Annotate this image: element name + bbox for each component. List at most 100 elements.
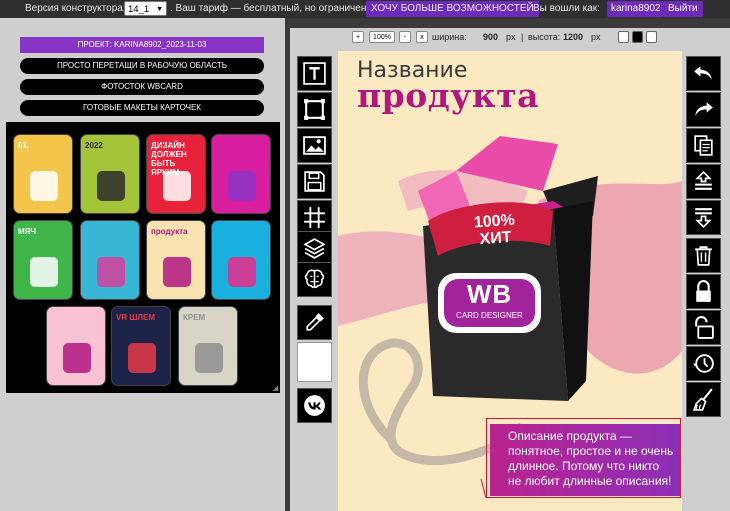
swatch-black[interactable] (632, 31, 643, 43)
width-value[interactable]: 900 (483, 31, 498, 43)
lock-button[interactable] (686, 274, 721, 309)
template-thumbnail[interactable]: VR ШЛЕМ (111, 306, 171, 386)
left-panel: ПРОЕКТ: KARINA8902_2023-11-03 ПРОСТО ПЕР… (0, 18, 285, 511)
grid-button[interactable] (297, 200, 332, 235)
text-tool-icon (303, 62, 326, 85)
image-tool-button[interactable] (297, 128, 332, 163)
logout-button[interactable]: Выйти (663, 1, 703, 17)
thumbnail-product (30, 171, 58, 201)
version-label: Версия конструктора: (25, 3, 126, 14)
color-swatch[interactable] (297, 342, 332, 382)
text-tool-button[interactable] (297, 56, 332, 91)
brain-icon (304, 269, 325, 289)
thumbnail-caption: продукта (151, 227, 188, 236)
send-backward-icon (695, 208, 712, 229)
thumbnail-caption: КРЕМ (183, 313, 206, 322)
undo-button[interactable] (686, 56, 721, 91)
card-logo-sub: CARD DESIGNER (456, 311, 523, 320)
thumbnail-caption: МЯЧ (18, 227, 37, 236)
undo-icon (694, 66, 712, 80)
broom-icon (692, 388, 713, 411)
unlock-button[interactable] (686, 310, 721, 345)
ready-templates-button[interactable]: ГОТОВЫЕ МАКЕТЫ КАРТОЧЕК (20, 100, 264, 116)
card-badge[interactable]: 100% ХИТ (454, 210, 536, 249)
vk-icon (304, 395, 325, 416)
design-card[interactable]: Название продукта 100% ХИТ WB CARD DESIG… (338, 51, 682, 511)
template-thumbnail[interactable]: КРЕМ (178, 306, 238, 386)
drag-to-workspace-button[interactable]: ПРОСТО ПЕРЕТАЩИ В РАБОЧУЮ ОБЛАСТЬ (20, 58, 264, 74)
separator: | (521, 32, 524, 42)
resize-grip-icon[interactable]: ◢ (273, 384, 278, 392)
copy-icon (694, 135, 713, 156)
top-bar: Версия конструктора: 14_1 ▼ . Ваш тариф … (0, 0, 730, 18)
thumbnail-product (228, 257, 256, 287)
thumbnail-caption: 01. (18, 141, 30, 150)
grid-icon (304, 207, 325, 228)
version-value: 14_1 (128, 4, 150, 15)
ai-button[interactable] (297, 262, 332, 297)
history-button[interactable] (686, 346, 721, 381)
save-button[interactable] (297, 164, 332, 199)
login-label: Вы вошли как: (533, 3, 600, 14)
zoom-out-button[interactable]: - (399, 31, 411, 43)
delete-button[interactable] (686, 238, 721, 273)
history-icon (693, 354, 714, 373)
copy-button[interactable] (686, 128, 721, 163)
plan-text: . Ваш тариф — бесплатный, но ограниченны… (170, 3, 385, 14)
height-label: высота: (528, 32, 561, 42)
redo-button[interactable] (686, 92, 721, 127)
template-thumbnail[interactable]: 2022 (80, 134, 140, 214)
thumbnail-product (163, 257, 191, 287)
layers-icon (303, 238, 326, 259)
unlock-icon (695, 316, 714, 339)
swatch-transparent[interactable] (646, 31, 657, 43)
clear-button[interactable] (686, 382, 721, 417)
thumbnail-product (97, 171, 125, 201)
eyedropper-icon (306, 313, 324, 331)
width-unit: px (506, 32, 516, 42)
bring-forward-icon (695, 170, 712, 190)
redo-icon (695, 102, 713, 116)
image-tool-icon (303, 136, 326, 155)
template-thumbnail[interactable] (211, 220, 271, 300)
frame-tool-button[interactable] (297, 92, 332, 127)
template-thumbnail[interactable] (211, 134, 271, 214)
lock-icon (696, 280, 711, 302)
upgrade-button[interactable]: ХОЧУ БОЛЬШЕ ВОЗМОЖНОСТЕЙ (366, 1, 539, 17)
card-logo-text[interactable]: WB (446, 280, 533, 308)
thumbnail-product (30, 257, 58, 287)
zoom-level-button[interactable]: 100% (369, 31, 395, 43)
thumbnail-product (228, 171, 256, 201)
template-thumbnail[interactable] (80, 220, 140, 300)
template-thumbnail[interactable]: МЯЧ (13, 220, 73, 300)
trash-icon (695, 246, 712, 266)
thumbnail-product (63, 343, 91, 373)
layers-button[interactable] (297, 231, 332, 266)
template-thumbnail[interactable]: продукта (146, 220, 206, 300)
template-gallery[interactable]: 01. 2022 ДИЗАЙН ДОЛЖЕН БЫТЬ ЯРКИМ МЯЧ продук… (6, 122, 280, 393)
chevron-down-icon: ▼ (156, 6, 163, 13)
bring-forward-button[interactable] (686, 164, 721, 199)
width-label: ширина: (432, 32, 467, 42)
thumbnail-product (97, 257, 125, 287)
send-backward-button[interactable] (686, 200, 721, 235)
eyedropper-button[interactable] (297, 305, 332, 340)
photostock-button[interactable]: ФОТОСТОК WBCARD (20, 79, 264, 95)
zoom-reset-button[interactable]: x (416, 31, 428, 43)
username-badge[interactable]: karina8902 (607, 1, 665, 17)
thumbnail-caption: VR ШЛЕМ (116, 313, 155, 322)
swatch-white[interactable] (618, 31, 629, 43)
zoom-in-button[interactable]: + (352, 31, 364, 43)
height-unit: px (591, 32, 601, 42)
template-thumbnail[interactable]: 01. (13, 134, 73, 214)
project-button[interactable]: ПРОЕКТ: KARINA8902_2023-11-03 (20, 37, 264, 53)
version-select[interactable]: 14_1 ▼ (124, 1, 167, 16)
card-title-line2[interactable]: продукта (357, 76, 539, 115)
card-description[interactable]: Описание продукта — понятное, простое и … (490, 424, 680, 496)
vk-button[interactable] (297, 388, 332, 423)
thumbnail-caption: 2022 (85, 141, 103, 150)
height-value[interactable]: 1200 (563, 31, 583, 43)
template-thumbnail[interactable] (46, 306, 106, 386)
template-thumbnail[interactable]: ДИЗАЙН ДОЛЖЕН БЫТЬ ЯРКИМ (146, 134, 206, 214)
frame-tool-icon (304, 99, 325, 120)
